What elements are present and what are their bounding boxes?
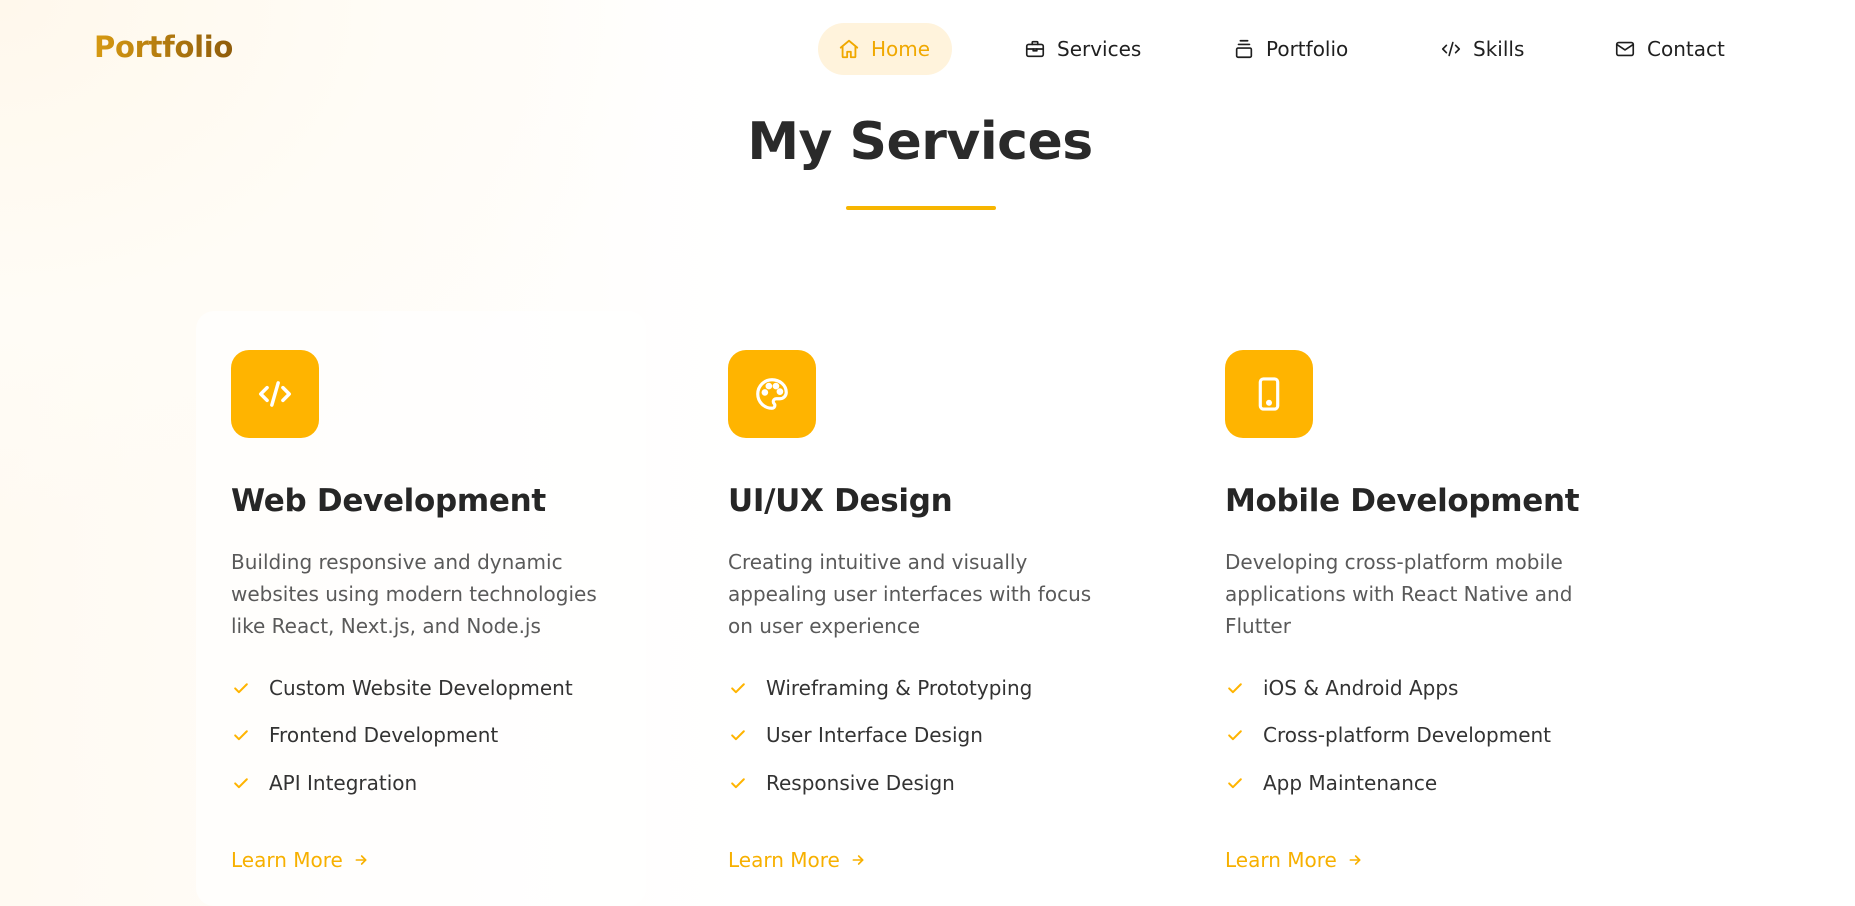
nav-item-label: Services <box>1057 37 1142 61</box>
feature-label: App Maintenance <box>1263 770 1438 795</box>
feature-label: Responsive Design <box>766 770 955 795</box>
check-icon <box>728 725 748 745</box>
learn-more-link[interactable]: Learn More <box>728 848 866 872</box>
feature-label: Wireframing & Prototyping <box>766 675 1033 700</box>
feature-label: Frontend Development <box>269 723 499 748</box>
feature-label: Custom Website Development <box>269 675 573 700</box>
check-icon <box>728 773 748 793</box>
check-icon <box>1225 725 1245 745</box>
nav-item-skills[interactable]: Skills <box>1440 23 1524 75</box>
service-card-web-development: Web Development Building responsive and … <box>196 311 646 906</box>
list-item: iOS & Android Apps <box>1225 664 1551 712</box>
check-icon <box>231 773 251 793</box>
check-icon <box>1225 773 1245 793</box>
card-title: Web Development <box>231 483 546 519</box>
learn-more-label: Learn More <box>231 848 343 872</box>
nav-item-label: Skills <box>1473 37 1525 61</box>
card-description: Creating intuitive and visually appealin… <box>728 550 1092 638</box>
arrow-right-icon <box>1347 852 1363 868</box>
list-item: Frontend Development <box>231 712 573 760</box>
nav-item-home[interactable]: Home <box>818 23 952 75</box>
nav-item-portfolio[interactable]: Portfolio <box>1233 23 1348 75</box>
check-icon <box>231 678 251 698</box>
nav-item-services[interactable]: Services <box>1024 23 1141 75</box>
check-icon <box>728 678 748 698</box>
feature-label: Cross-platform Development <box>1263 723 1552 748</box>
card-title: UI/UX Design <box>728 483 953 519</box>
code-icon <box>231 350 319 438</box>
learn-more-link[interactable]: Learn More <box>231 848 369 872</box>
nav-item-label: Contact <box>1647 37 1725 61</box>
briefcase-icon <box>1024 38 1046 60</box>
home-icon <box>838 38 860 60</box>
feature-label: User Interface Design <box>766 723 983 748</box>
list-item: Wireframing & Prototyping <box>728 664 1032 712</box>
nav-item-label: Home <box>871 37 931 61</box>
card-description: Developing cross-platform mobile applica… <box>1225 550 1573 638</box>
feature-list: Wireframing & Prototyping User Interface… <box>728 664 1032 807</box>
service-card-mobile-development: Mobile Development Developing cross-plat… <box>1190 311 1640 906</box>
card-description: Building responsive and dynamic websites… <box>231 550 597 638</box>
feature-label: iOS & Android Apps <box>1263 675 1459 700</box>
list-item: Responsive Design <box>728 759 1032 807</box>
nav-item-contact[interactable]: Contact <box>1614 23 1725 75</box>
feature-label: API Integration <box>269 770 418 795</box>
list-item: User Interface Design <box>728 712 1032 760</box>
arrow-right-icon <box>353 852 369 868</box>
list-item: Custom Website Development <box>231 664 573 712</box>
check-icon <box>231 725 251 745</box>
feature-list: Custom Website Development Frontend Deve… <box>231 664 573 807</box>
check-icon <box>1225 678 1245 698</box>
title-underline <box>846 206 996 210</box>
section-title: My Services <box>747 112 1093 172</box>
arrow-right-icon <box>850 852 866 868</box>
nav-links: Home Services Portfolio Skills Contact <box>0 23 1855 75</box>
navbar: Portfolio Home Services Portfolio Skills… <box>0 0 1855 98</box>
palette-icon <box>728 350 816 438</box>
service-card-ui-ux-design: UI/UX Design Creating intuitive and visu… <box>693 311 1143 906</box>
list-item: API Integration <box>231 759 573 807</box>
mail-icon <box>1614 38 1636 60</box>
layers-icon <box>1233 38 1255 60</box>
nav-item-label: Portfolio <box>1266 37 1349 61</box>
learn-more-label: Learn More <box>728 848 840 872</box>
feature-list: iOS & Android Apps Cross-platform Develo… <box>1225 664 1551 807</box>
card-title: Mobile Development <box>1225 483 1580 519</box>
code-icon <box>1440 38 1462 60</box>
list-item: App Maintenance <box>1225 759 1551 807</box>
learn-more-label: Learn More <box>1225 848 1337 872</box>
learn-more-link[interactable]: Learn More <box>1225 848 1363 872</box>
smartphone-icon <box>1225 350 1313 438</box>
list-item: Cross-platform Development <box>1225 712 1551 760</box>
